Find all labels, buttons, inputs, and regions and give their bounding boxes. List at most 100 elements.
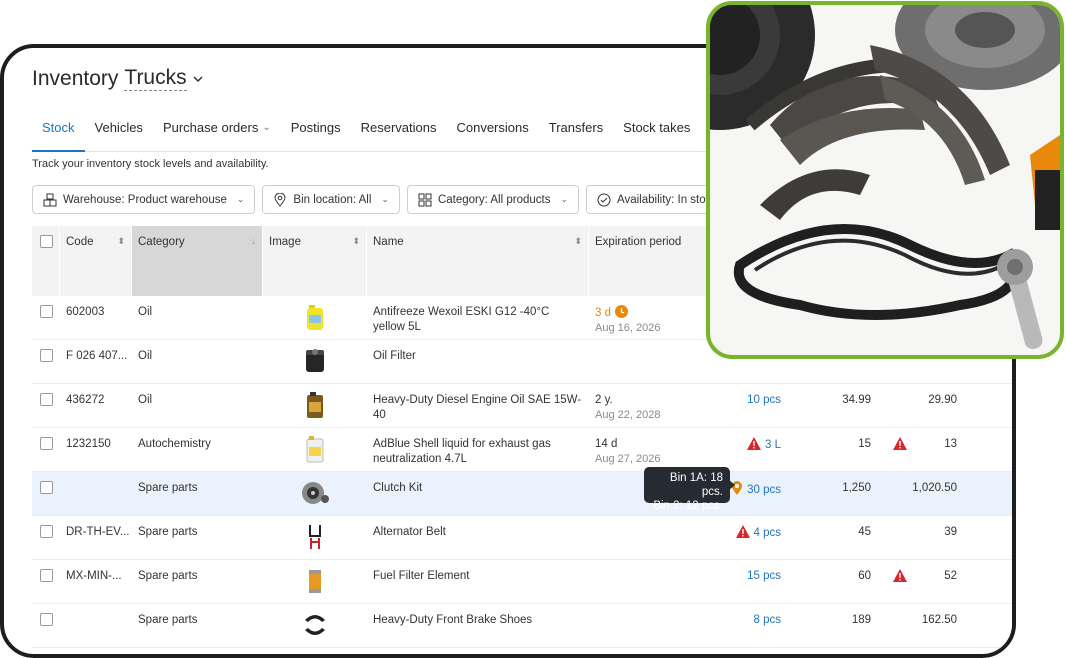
title-accent[interactable]: Trucks: [124, 66, 187, 91]
total-cell: 29.90: [877, 384, 963, 427]
table-row[interactable]: Spare parts Heavy-Duty Front Brake Shoes 8…: [32, 604, 1012, 648]
name-cell[interactable]: Clutch Kit: [367, 472, 589, 515]
table-row[interactable]: 1232150 Autochemistry AdBlue Shell liquid …: [32, 428, 1012, 472]
name-cell[interactable]: Fuel Filter Element: [367, 560, 589, 603]
quantity-cell[interactable]: 15 pcs: [695, 560, 787, 603]
total-value: 162.50: [921, 614, 957, 626]
column-category[interactable]: Category ↓: [132, 226, 263, 296]
expiration-date: Aug 16, 2026: [595, 322, 661, 334]
expiration-period: 14 d: [595, 438, 618, 450]
category-cell: Spare parts: [138, 482, 198, 494]
column-code[interactable]: Code ⬍: [60, 226, 132, 296]
expiration-cell: [589, 604, 695, 647]
category-cell: Autochemistry: [138, 438, 211, 450]
column-image[interactable]: Image ⬍: [263, 226, 367, 296]
total-cell: 39: [877, 516, 963, 559]
title-prefix: Inventory: [32, 66, 119, 90]
oil-filter-icon: [300, 346, 330, 383]
tab-purchase-orders[interactable]: Purchase orders ⌄: [153, 112, 281, 152]
row-checkbox[interactable]: [40, 349, 53, 362]
quantity-value[interactable]: 15 pcs: [747, 570, 781, 582]
chevron-down-icon: ⌄: [236, 194, 245, 204]
tab-vehicles[interactable]: Vehicles: [85, 112, 153, 152]
filter-warehouse[interactable]: Warehouse: Product warehouse ⌄: [32, 185, 256, 214]
quantity-cell[interactable]: 4 pcs: [695, 516, 787, 559]
total-value: 1,020.50: [912, 482, 957, 494]
price-cell: 60: [787, 560, 877, 603]
name-cell[interactable]: Oil Filter: [367, 340, 589, 383]
row-checkbox[interactable]: [40, 569, 53, 582]
location-pin-icon: [273, 192, 287, 207]
tab-postings[interactable]: Postings: [281, 112, 351, 152]
row-checkbox[interactable]: [40, 525, 53, 538]
warning-icon: [747, 437, 765, 451]
image-cell: [263, 560, 367, 603]
tab-label: Purchase orders: [162, 120, 259, 135]
fuel-filter-icon: [300, 566, 330, 603]
price-cell: 1,250: [787, 472, 877, 515]
expiration-date: Aug 22, 2028: [595, 409, 661, 421]
row-checkbox[interactable]: [40, 305, 53, 318]
filter-bar: Warehouse: Product warehouse ⌄ Bin locatio…: [32, 185, 729, 214]
expiration-cell: 2 y. Aug 22, 2028: [589, 384, 695, 427]
row-checkbox[interactable]: [40, 437, 53, 450]
expiration-period: 3 d: [595, 307, 611, 319]
filter-category[interactable]: Category: All products ⌄: [406, 185, 580, 214]
price-value: 34.99: [842, 394, 871, 406]
row-checkbox[interactable]: [40, 481, 53, 494]
quantity-value[interactable]: 4 pcs: [754, 527, 782, 539]
name-cell[interactable]: Heavy-Duty Diesel Engine Oil SAE 15W-40: [367, 384, 589, 427]
row-checkbox[interactable]: [40, 613, 53, 626]
filter-bin-location[interactable]: Bin location: All ⌄: [262, 185, 400, 214]
sort-down-icon[interactable]: ↓: [252, 236, 257, 246]
quantity-cell[interactable]: 3 L: [695, 428, 787, 471]
name-cell[interactable]: Antifreeze Wexoil ESKI G12 -40°C yellow …: [367, 296, 589, 339]
quantity-value[interactable]: 10 pcs: [747, 394, 781, 406]
column-name[interactable]: Name ⬍: [367, 226, 589, 296]
price-cell: 34.99: [787, 384, 877, 427]
quantity-cell[interactable]: 10 pcs: [695, 384, 787, 427]
sort-icon[interactable]: ⬍: [574, 236, 582, 247]
page-title[interactable]: Inventory Trucks: [32, 66, 205, 91]
sort-icon[interactable]: ⬍: [117, 236, 125, 247]
table-row[interactable]: DR-TH-EV... Spare parts Alternator Belt 4 p…: [32, 516, 1012, 560]
expiration-period: 2 y.: [595, 394, 613, 406]
select-all-header: [32, 226, 60, 296]
row-checkbox-cell: [32, 296, 60, 339]
image-cell: [263, 340, 367, 383]
tab-stock[interactable]: Stock: [32, 112, 85, 152]
warehouse-icon: [43, 193, 57, 207]
name-cell[interactable]: AdBlue Shell liquid for exhaust gas neut…: [367, 428, 589, 471]
tab-reservations[interactable]: Reservations: [351, 112, 447, 152]
row-checkbox[interactable]: [40, 393, 53, 406]
row-checkbox-cell: [32, 384, 60, 427]
quantity-value[interactable]: 30 pcs: [747, 484, 781, 496]
table-row[interactable]: 436272 Oil Heavy-Duty Diesel Engine Oil SA…: [32, 384, 1012, 428]
tab-label: Vehicles: [94, 120, 143, 135]
column-category-label: Category: [138, 236, 185, 248]
table-row[interactable]: MX-MIN-... Spare parts Fuel Filter Element…: [32, 560, 1012, 604]
quantity-value[interactable]: 3 L: [765, 439, 781, 451]
grid-icon: [418, 193, 432, 207]
tab-transfers[interactable]: Transfers: [539, 112, 613, 152]
quantity-cell[interactable]: 8 pcs: [695, 604, 787, 647]
sort-icon[interactable]: ⬍: [352, 236, 360, 247]
column-image-label: Image: [269, 236, 301, 248]
adblue-canister-icon: [300, 434, 330, 471]
category-cell: Oil: [138, 394, 153, 406]
filter-label: Category: All products: [437, 193, 551, 206]
tab-conversions[interactable]: Conversions: [446, 112, 538, 152]
warning-icon: [735, 525, 754, 539]
code-cell: MX-MIN-...: [66, 570, 122, 582]
warning-icon: [893, 437, 911, 453]
quantity-value[interactable]: 8 pcs: [754, 614, 782, 626]
code-cell: DR-TH-EV...: [66, 526, 130, 538]
select-all-checkbox[interactable]: [40, 235, 53, 248]
chevron-down-icon: ⌄: [381, 194, 389, 204]
name-cell[interactable]: Heavy-Duty Front Brake Shoes: [367, 604, 589, 647]
name-cell[interactable]: Alternator Belt: [367, 516, 589, 559]
expiration-cell: [589, 560, 695, 603]
chevron-down-icon[interactable]: [191, 72, 205, 86]
table-row[interactable]: Spare parts Clutch Kit 30 pcs 1,250 1,020.50: [32, 472, 1012, 516]
tab-stock-takes[interactable]: Stock takes: [613, 112, 700, 152]
